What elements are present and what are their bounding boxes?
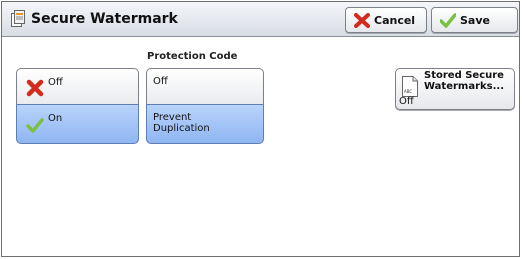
protection-off-label: Off	[153, 76, 168, 87]
cancel-label: Cancel	[374, 14, 416, 27]
protection-prevent-duplication-option[interactable]: Prevent Duplication	[146, 104, 264, 144]
save-check-icon	[440, 13, 456, 28]
on-check-icon	[26, 118, 44, 133]
stored-watermarks-value: Off	[399, 96, 414, 107]
protection-code-heading: Protection Code	[147, 51, 238, 62]
stored-secure-watermarks-button[interactable]: ABC Stored Secure Watermarks... Off	[395, 68, 515, 110]
abc-document-icon: ABC	[402, 76, 418, 97]
abc-icon-text: ABC	[404, 89, 412, 94]
page-title: Secure Watermark	[31, 11, 178, 27]
save-button[interactable]: Save	[431, 7, 518, 33]
cancel-x-icon	[354, 13, 370, 28]
prevent-duplication-label: Prevent Duplication	[153, 112, 210, 134]
watermark-off-label: Off	[48, 77, 63, 88]
watermark-off-option[interactable]: Off	[16, 68, 139, 105]
cancel-button[interactable]: Cancel	[345, 7, 427, 33]
protection-off-option[interactable]: Off	[146, 68, 264, 105]
document-icon	[11, 10, 25, 27]
watermark-on-option[interactable]: On	[16, 104, 139, 144]
stored-watermarks-label: Stored Secure Watermarks...	[424, 70, 505, 92]
watermark-on-label: On	[48, 113, 63, 124]
title-bar: Secure Watermark Cancel Save	[2, 2, 519, 37]
off-x-icon	[26, 79, 44, 97]
save-label: Save	[460, 14, 490, 27]
